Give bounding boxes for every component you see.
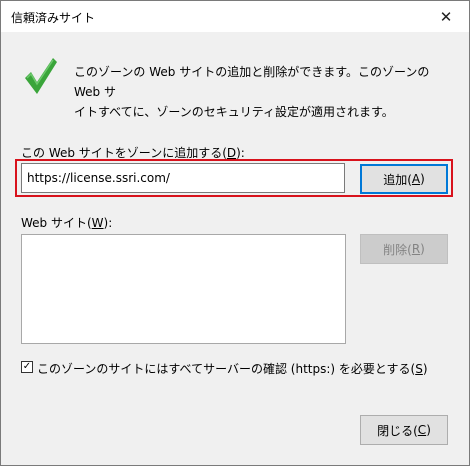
checkmark-icon — [25, 58, 57, 94]
require-https-label[interactable]: このゾーンのサイトにはすべてサーバーの確認 (https:) を必要とする(S) — [37, 360, 428, 377]
title-bar: 信頼済みサイト ✕ — [1, 1, 469, 32]
close-icon: ✕ — [439, 7, 453, 26]
remove-button[interactable]: 削除(R) — [360, 234, 448, 264]
description-line-1: このゾーンの Web サイトの追加と削除ができます。このゾーンの Web サ — [74, 65, 430, 99]
checkbox-check-icon: ✓ — [22, 361, 32, 372]
description-line-2: イトすべてに、ゾーンのセキュリティ設定が適用されます。 — [74, 105, 394, 119]
web-sites-list[interactable] — [21, 234, 346, 344]
zone-description: このゾーンの Web サイトの追加と削除ができます。このゾーンの Web サ イ… — [74, 62, 454, 122]
trusted-sites-dialog: 信頼済みサイト ✕ このゾーンの Web サイトの追加と削除ができます。このゾー… — [0, 0, 470, 466]
close-button[interactable]: 閉じる(C) — [360, 415, 448, 445]
require-https-checkbox[interactable]: ✓ — [21, 361, 33, 373]
site-url-input[interactable] — [21, 163, 345, 193]
web-sites-label: Web サイト(W): — [21, 216, 113, 230]
window-title: 信頼済みサイト — [11, 11, 96, 25]
add-button[interactable]: 追加(A) — [360, 164, 448, 194]
close-window-button[interactable]: ✕ — [423, 1, 469, 32]
